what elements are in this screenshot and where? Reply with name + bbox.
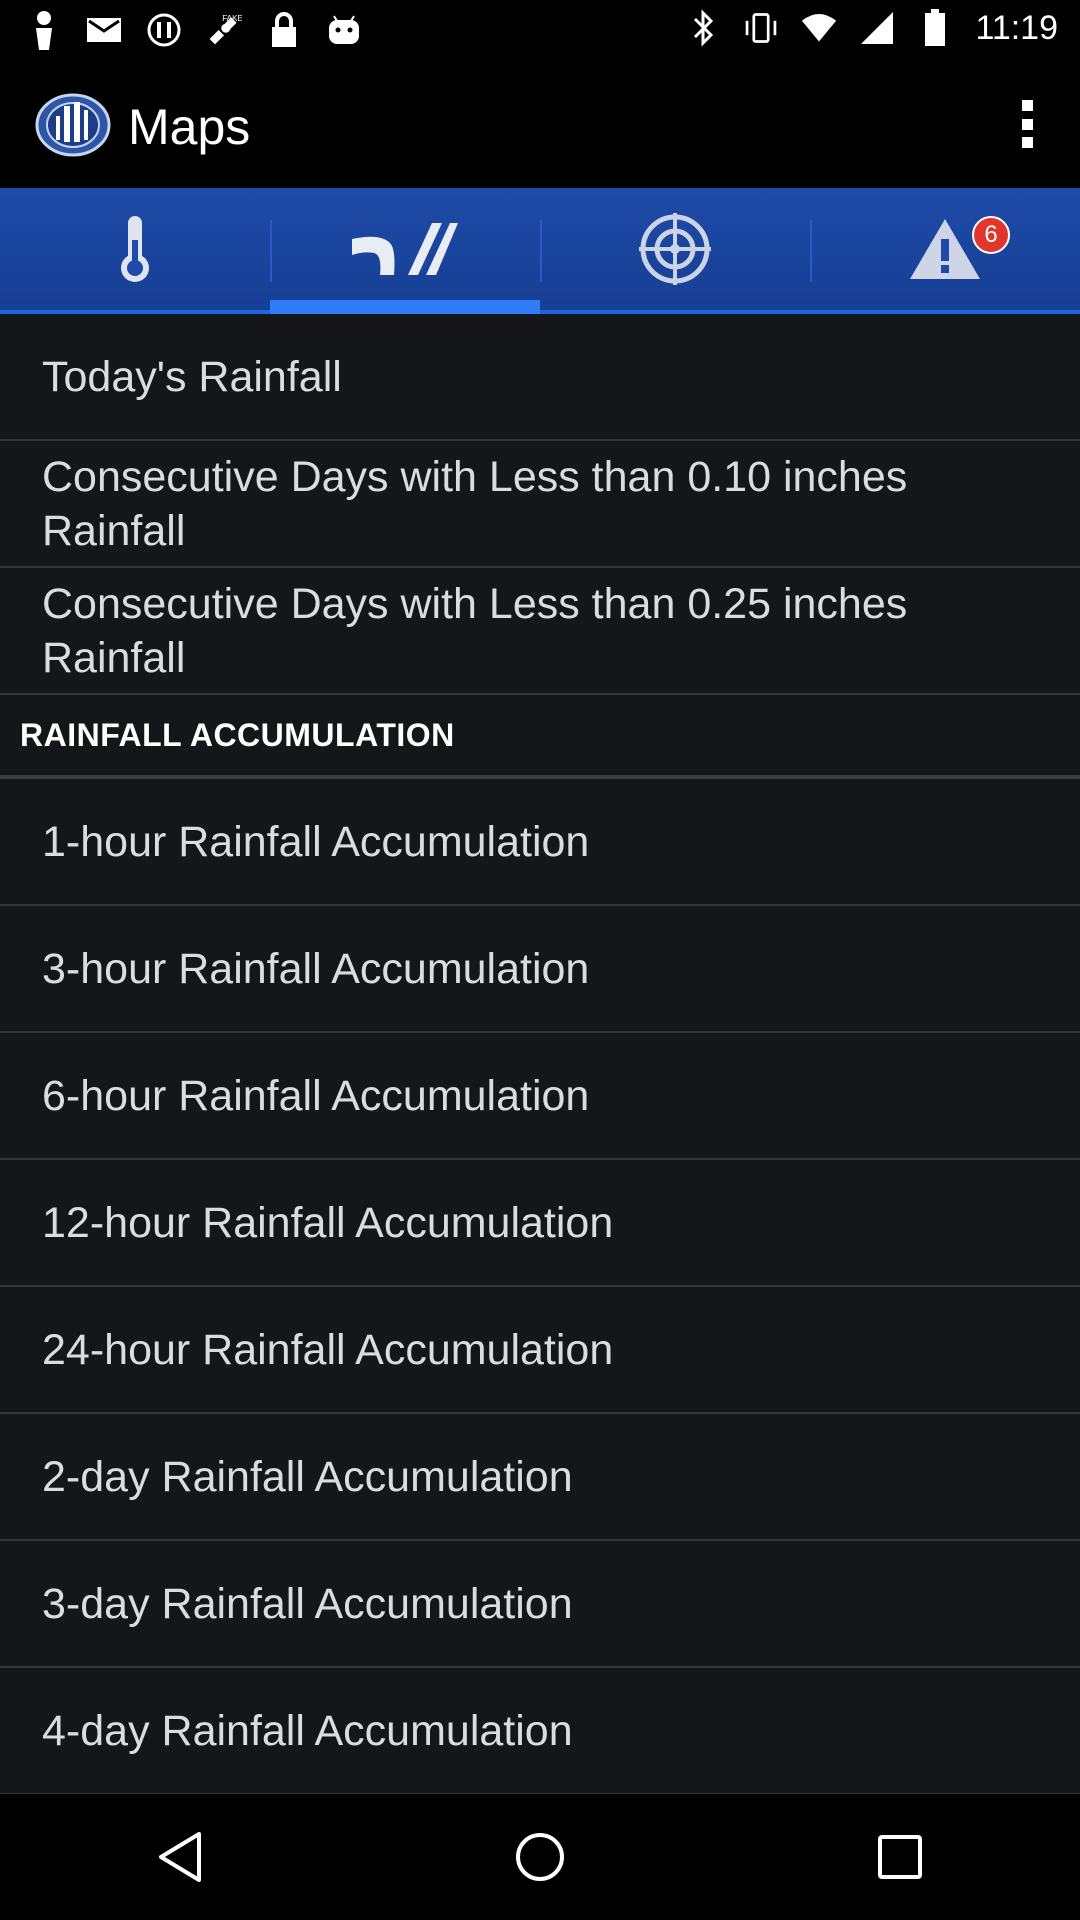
list-item-3-hour[interactable]: 3-hour Rainfall Accumulation — [0, 906, 1080, 1033]
back-icon — [159, 1832, 201, 1882]
app-logo-icon — [34, 92, 112, 158]
fake-gps-icon: FAKE — [206, 10, 242, 50]
list-item-label: Consecutive Days with Less than 0.25 inc… — [42, 579, 908, 682]
list-item-label: 1-hour Rainfall Accumulation — [42, 817, 590, 866]
vibrate-icon — [743, 8, 779, 48]
list-item-label: Today's Rainfall — [42, 352, 342, 401]
tab-radar[interactable] — [540, 188, 810, 314]
warning-icon — [910, 219, 980, 279]
app-bar: Maps — [0, 60, 1080, 188]
battery-icon — [917, 8, 953, 48]
home-button[interactable] — [480, 1807, 600, 1907]
list-item-label: 3-day Rainfall Accumulation — [42, 1579, 573, 1628]
list-item-label: 4-day Rainfall Accumulation — [42, 1706, 573, 1755]
map-list: Today's Rainfall Consecutive Days with L… — [0, 314, 1080, 1794]
tab-alerts[interactable]: 6 — [810, 188, 1080, 314]
list-item-consecutive-days-010[interactable]: Consecutive Days with Less than 0.10 inc… — [0, 441, 1080, 568]
person-icon — [26, 10, 62, 50]
list-item-1-hour[interactable]: 1-hour Rainfall Accumulation — [0, 779, 1080, 906]
dnd-icon — [146, 10, 182, 50]
list-item-24-hour[interactable]: 24-hour Rainfall Accumulation — [0, 1287, 1080, 1414]
list-item-12-hour[interactable]: 12-hour Rainfall Accumulation — [0, 1160, 1080, 1287]
home-icon — [516, 1833, 564, 1881]
list-item-2-day[interactable]: 2-day Rainfall Accumulation — [0, 1414, 1080, 1541]
list-item-3-day[interactable]: 3-day Rainfall Accumulation — [0, 1541, 1080, 1668]
overflow-menu-icon[interactable] — [1002, 94, 1052, 154]
thermometer-icon — [121, 216, 149, 282]
list-item-label: 2-day Rainfall Accumulation — [42, 1452, 573, 1501]
status-notifications: FAKE — [26, 10, 362, 50]
wifi-icon — [801, 8, 837, 48]
list-item-4-day[interactable]: 4-day Rainfall Accumulation — [0, 1668, 1080, 1794]
list-item-label: 3-hour Rainfall Accumulation — [42, 944, 590, 993]
app-title: Maps — [128, 99, 251, 155]
tab-rainfall[interactable] — [270, 188, 540, 314]
android-icon — [326, 10, 362, 50]
recents-icon — [878, 1835, 922, 1879]
lock-icon — [266, 10, 302, 50]
list-item-label: Consecutive Days with Less than 0.10 inc… — [42, 452, 908, 555]
list-item-consecutive-days-025[interactable]: Consecutive Days with Less than 0.25 inc… — [0, 568, 1080, 695]
signal-icon — [859, 8, 895, 48]
rain-icon — [352, 223, 458, 275]
system-nav-bar — [0, 1794, 1080, 1920]
status-time: 11:19 — [975, 8, 1058, 47]
svg-text:FAKE: FAKE — [222, 14, 242, 23]
mail-icon — [86, 10, 122, 50]
recents-button[interactable] — [840, 1807, 960, 1907]
radar-icon — [639, 213, 711, 285]
tab-bar: 6 — [0, 188, 1080, 314]
alerts-count-badge: 6 — [972, 216, 1010, 254]
list-item-6-hour[interactable]: 6-hour Rainfall Accumulation — [0, 1033, 1080, 1160]
list-item-label: 6-hour Rainfall Accumulation — [42, 1071, 590, 1120]
bluetooth-icon — [685, 8, 721, 48]
list-item-label: 12-hour Rainfall Accumulation — [42, 1198, 614, 1247]
section-header-rainfall-accumulation: RAINFALL ACCUMULATION — [0, 695, 1080, 779]
list-item-label: 24-hour Rainfall Accumulation — [42, 1325, 614, 1374]
tab-temperature[interactable] — [0, 188, 270, 314]
back-button[interactable] — [120, 1807, 240, 1907]
list-item-todays-rainfall[interactable]: Today's Rainfall — [0, 314, 1080, 441]
status-bar: FAKE 11:19 — [0, 0, 1080, 60]
status-system: 11:19 — [685, 8, 1058, 48]
